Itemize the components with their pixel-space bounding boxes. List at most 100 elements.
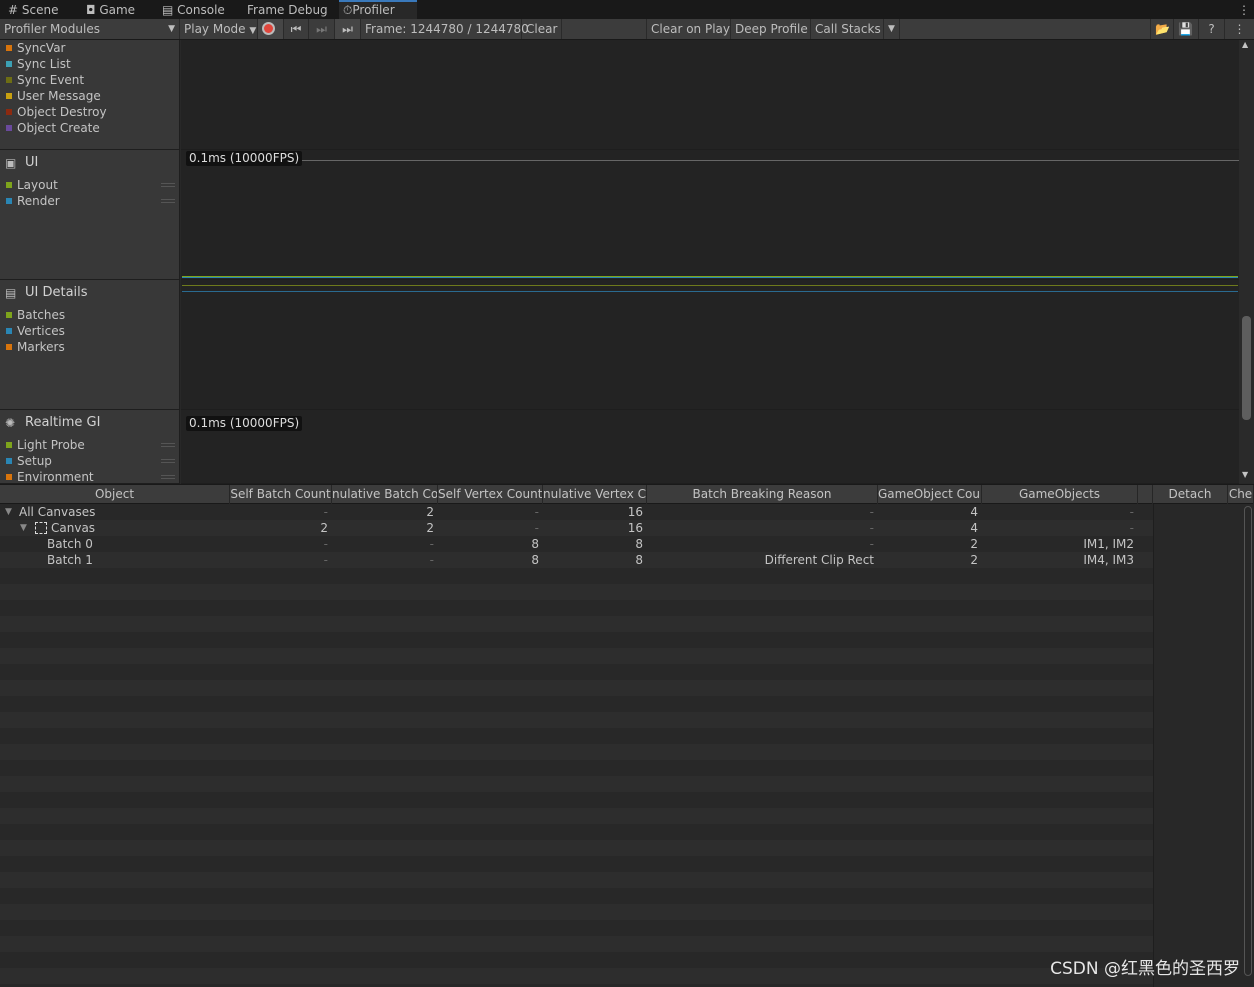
ui-module-icon: ▣ xyxy=(5,156,17,170)
call-stacks-toggle[interactable]: Call Stacks xyxy=(811,19,884,39)
column-header[interactable]: GameObject Coun xyxy=(878,485,982,504)
chevron-down-icon: ▼ xyxy=(168,24,175,34)
tab-game[interactable]: ◘ Game xyxy=(82,0,152,19)
legend-batches[interactable]: Batches xyxy=(6,307,65,323)
watermark: CSDN @红黑色的圣西罗 xyxy=(1050,959,1240,979)
chevron-down-icon: ▼ xyxy=(249,26,257,36)
frame-counter: Frame: 1244780 / 1244780 xyxy=(361,19,529,39)
module-realtime-gi[interactable]: ✺ Realtime GI Light Probe Setup Environm… xyxy=(0,410,180,484)
empty-row xyxy=(0,904,1153,920)
clear-button[interactable]: Clear xyxy=(522,19,562,39)
help-button[interactable]: ? xyxy=(1199,19,1225,39)
empty-row xyxy=(0,808,1153,824)
module-network-messages[interactable]: SyncVar Sync List Sync Event User Message Ob… xyxy=(0,40,180,150)
color-swatch xyxy=(6,93,12,99)
color-swatch xyxy=(6,474,12,480)
color-swatch xyxy=(6,45,12,51)
object-name: Canvas xyxy=(51,521,96,535)
window-tab-bar: # Scene ◘ Game ▤ Console Frame Debug ⏱Pr… xyxy=(0,0,1254,19)
more-menu-icon: ⋮ xyxy=(1233,22,1246,36)
network-chart[interactable] xyxy=(181,40,1239,150)
clear-on-play-toggle[interactable]: Clear on Play xyxy=(646,19,731,39)
next-frame-button[interactable]: ⏭ xyxy=(309,19,335,39)
table-cell: - xyxy=(323,505,328,519)
tab-scene[interactable]: # Scene xyxy=(4,0,74,19)
column-header[interactable]: Detach xyxy=(1153,485,1228,504)
module-title: UI Details xyxy=(25,285,88,300)
legend-item[interactable]: Object Destroy xyxy=(6,104,107,120)
module-ui-details[interactable]: ▤ UI Details Batches Vertices Markers xyxy=(0,280,180,410)
legend-markers[interactable]: Markers xyxy=(6,339,65,355)
empty-row xyxy=(0,760,1153,776)
legend-light-probe[interactable]: Light Probe xyxy=(6,437,85,453)
legend-render[interactable]: Render xyxy=(6,193,60,209)
previous-frame-button[interactable]: ⏮ xyxy=(284,19,309,39)
call-stacks-dropdown[interactable]: ▼ xyxy=(884,19,900,39)
tab-frame-debug[interactable]: Frame Debug xyxy=(243,0,333,19)
save-button[interactable]: 💾 xyxy=(1174,19,1199,39)
column-header[interactable]: GameObjects xyxy=(982,485,1138,504)
modules-scrollbar[interactable]: ▲ ▼ xyxy=(1239,40,1254,483)
module-title: UI xyxy=(25,155,39,170)
more-menu-icon[interactable]: ⋮ xyxy=(1234,0,1250,19)
empty-row xyxy=(0,776,1153,792)
column-header[interactable]: Batch Breaking Reason xyxy=(647,485,878,504)
batches-series-line xyxy=(182,285,1238,286)
column-header[interactable] xyxy=(1138,485,1153,504)
table-row[interactable]: ▼ Canvas 2 2 - 16 - 4 - xyxy=(0,520,1153,536)
table-cell: 2 xyxy=(970,537,978,551)
legend-environment[interactable]: Environment xyxy=(6,469,94,485)
scrollbar-thumb[interactable] xyxy=(1242,316,1251,420)
table-row[interactable]: Batch 0 - - 8 8 - 2 IM1, IM2 xyxy=(0,536,1153,552)
color-swatch xyxy=(6,182,12,188)
legend-item[interactable]: User Message xyxy=(6,88,101,104)
module-ui[interactable]: ▣ UI Layout Render xyxy=(0,150,180,280)
tab-console[interactable]: ▤ Console xyxy=(158,0,238,19)
ui-details-chart[interactable] xyxy=(181,280,1239,410)
column-header[interactable]: Che xyxy=(1228,485,1254,504)
legend-item[interactable]: Object Create xyxy=(6,120,100,136)
table-cell: - xyxy=(429,553,434,567)
column-header[interactable]: nulative Vertex Co xyxy=(543,485,647,504)
legend-item[interactable]: Sync List xyxy=(6,56,71,72)
drag-handle-icon[interactable] xyxy=(161,183,175,187)
column-header[interactable]: Self Batch Count xyxy=(230,485,332,504)
realtime-gi-chart[interactable]: 0.1ms (10000FPS) xyxy=(181,410,1239,484)
scroll-up-icon[interactable]: ▲ xyxy=(1242,40,1248,49)
record-button[interactable] xyxy=(258,19,284,39)
deep-profile-toggle[interactable]: Deep Profile xyxy=(731,19,811,39)
expand-arrow-icon[interactable]: ▼ xyxy=(20,520,27,536)
drag-handle-icon[interactable] xyxy=(161,199,175,203)
column-header[interactable]: Self Vertex Count xyxy=(438,485,543,504)
load-button[interactable]: 📂 xyxy=(1150,19,1174,39)
color-swatch xyxy=(6,198,12,204)
settings-menu-button[interactable]: ⋮ xyxy=(1225,19,1254,39)
table-row[interactable]: ▼ All Canvases - 2 - 16 - 4 - xyxy=(0,504,1153,520)
profiler-modules-dropdown[interactable]: Profiler Modules ▼ xyxy=(0,19,180,39)
drag-handle-icon[interactable] xyxy=(161,443,175,447)
table-cell: - xyxy=(1129,521,1134,535)
legend-vertices[interactable]: Vertices xyxy=(6,323,65,339)
tab-profiler[interactable]: ⏱Profiler xyxy=(339,0,417,19)
expand-arrow-icon[interactable]: ▼ xyxy=(5,504,12,520)
play-mode-dropdown[interactable]: Play Mode ▼ xyxy=(180,19,258,39)
legend-item[interactable]: Sync Event xyxy=(6,72,84,88)
details-panel xyxy=(1153,504,1254,987)
legend-setup[interactable]: Setup xyxy=(6,453,52,469)
empty-row xyxy=(0,632,1153,648)
legend-layout[interactable]: Layout xyxy=(6,177,58,193)
legend-item[interactable]: SyncVar xyxy=(6,40,66,56)
object-name: Batch 1 xyxy=(47,553,93,567)
table-row[interactable]: Batch 1 - - 8 8 Different Clip Rect 2 IM4, IM3 xyxy=(0,552,1153,568)
table-header: Object Self Batch Count nulative Batch Co S… xyxy=(0,484,1254,504)
chevron-down-icon: ▼ xyxy=(888,24,895,34)
scroll-down-icon[interactable]: ▼ xyxy=(1242,470,1248,479)
ui-chart[interactable]: 0.1ms (10000FPS) xyxy=(181,150,1239,280)
column-header[interactable]: nulative Batch Co xyxy=(332,485,438,504)
drag-handle-icon[interactable] xyxy=(161,475,175,479)
drag-handle-icon[interactable] xyxy=(161,459,175,463)
table-scrollbar[interactable] xyxy=(1244,506,1252,976)
column-header[interactable]: Object xyxy=(0,485,230,504)
table-cell: 8 xyxy=(531,537,539,551)
current-frame-button[interactable]: ⏭ xyxy=(335,19,361,39)
